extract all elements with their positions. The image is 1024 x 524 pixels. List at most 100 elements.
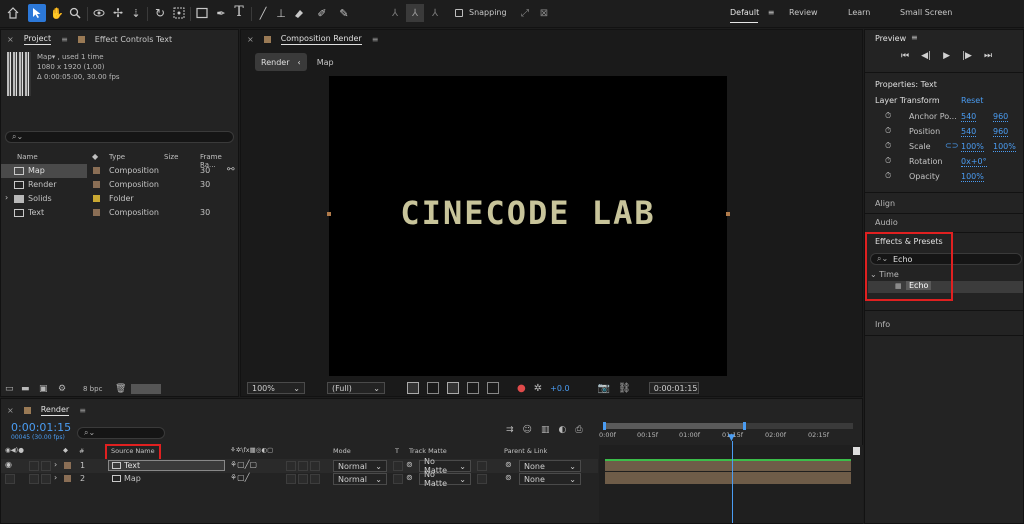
switch-blend[interactable]: [298, 474, 308, 484]
pan-tool-icon[interactable]: ✢: [111, 6, 125, 20]
preserve-transparency-switch[interactable]: [393, 474, 403, 484]
timeline-search-input[interactable]: ⌕⌄: [77, 427, 165, 439]
breadcrumb-map[interactable]: Map: [317, 58, 334, 67]
expand-layer-icon[interactable]: ›: [54, 473, 57, 482]
menu-icon[interactable]: ≡: [61, 35, 68, 44]
stopwatch-icon[interactable]: ⏱: [885, 126, 891, 136]
track-bar-map[interactable]: [605, 472, 851, 484]
parent-dropdown[interactable]: None ⌄: [519, 460, 581, 472]
switch-3d[interactable]: [310, 461, 320, 471]
fast-preview-icon[interactable]: [407, 382, 419, 394]
new-folder-icon[interactable]: ▬: [21, 384, 30, 394]
prop-value-y[interactable]: 100%: [993, 142, 1016, 152]
pen-tool-icon[interactable]: ✒: [214, 6, 228, 20]
layer-row-map[interactable]: › 2 Map ⚘▢╱ Normal ⌄ ⊚ No Matte ⌄ ⊚ None ⌄: [1, 470, 598, 488]
prop-value-x[interactable]: 100%: [961, 142, 984, 152]
rotate-tool-icon[interactable]: ↻: [153, 6, 167, 20]
prop-value[interactable]: 0x+0°: [961, 157, 987, 167]
breadcrumb-render[interactable]: Render ‹: [255, 53, 307, 71]
parent-pickwhip-icon[interactable]: ⊚: [505, 473, 512, 482]
switch-icons[interactable]: ⚘▢╱▢: [230, 460, 257, 469]
snap-option-icon[interactable]: ⤢: [518, 6, 532, 20]
prop-value-y[interactable]: 960: [993, 112, 1009, 122]
transparency-grid-icon[interactable]: [427, 382, 439, 394]
workspace-learn[interactable]: Learn: [848, 8, 870, 17]
region-of-interest-icon[interactable]: [467, 382, 479, 394]
snapshot-icon[interactable]: 📷: [598, 383, 610, 394]
workspace-review[interactable]: Review: [789, 8, 818, 17]
stopwatch-icon[interactable]: ⏱: [885, 141, 891, 151]
parent-pickwhip-icon[interactable]: ⊚: [505, 460, 512, 469]
home-icon[interactable]: [6, 6, 20, 20]
axis-view-icon[interactable]: ⅄: [428, 6, 442, 20]
workspace-default[interactable]: Default ≡: [730, 8, 774, 17]
color-channel-icon[interactable]: ●: [517, 383, 526, 394]
mode-dropdown[interactable]: Normal ⌄: [333, 460, 387, 472]
t-header[interactable]: T: [395, 447, 399, 455]
work-area-start-handle[interactable]: [603, 422, 606, 430]
lock-icon[interactable]: [263, 35, 271, 43]
switch-3d[interactable]: [310, 474, 320, 484]
stopwatch-icon[interactable]: ⏱: [885, 111, 891, 121]
play-icon[interactable]: ▶: [943, 51, 950, 61]
exposure-value[interactable]: +0.0: [550, 384, 569, 393]
work-area-end-handle[interactable]: [743, 422, 746, 430]
track-matte-header[interactable]: Track Matte: [409, 447, 447, 455]
prev-frame-icon[interactable]: ◀|: [921, 51, 931, 61]
expand-layer-icon[interactable]: ›: [54, 460, 57, 469]
next-frame-icon[interactable]: |▶: [962, 51, 972, 61]
current-time[interactable]: 0:00:01:15: [11, 421, 71, 434]
snap-grid-icon[interactable]: ⊠: [537, 6, 551, 20]
graph-editor-icon[interactable]: ⎙: [575, 425, 582, 435]
guides-icon[interactable]: [487, 382, 499, 394]
mask-visibility-icon[interactable]: [447, 382, 459, 394]
axis-world-icon[interactable]: ⅄: [406, 4, 424, 22]
eraser-tool-icon[interactable]: [292, 6, 306, 20]
motion-blur-icon[interactable]: ◐: [558, 425, 566, 435]
close-icon[interactable]: ×: [247, 35, 254, 44]
switch-fx[interactable]: [286, 461, 296, 471]
snapping-checkbox[interactable]: [455, 9, 463, 17]
track-matte-dropdown[interactable]: No Matte ⌄: [419, 470, 471, 488]
resolution-dropdown[interactable]: (Full) ⌄: [327, 382, 385, 394]
adjust-icon[interactable]: ⚙: [58, 384, 66, 394]
track-bar-text[interactable]: [605, 459, 851, 471]
zoom-tool-icon[interactable]: [68, 6, 82, 20]
work-area-bar[interactable]: [603, 422, 853, 430]
constrain-link-icon[interactable]: ⊂⊃: [945, 141, 958, 150]
tab-effect-controls[interactable]: Effect Controls Text: [95, 35, 172, 44]
brush-tool-icon[interactable]: ╱: [256, 6, 270, 20]
tab-render-timeline[interactable]: Render: [40, 405, 70, 416]
type-tool-icon[interactable]: T: [232, 4, 246, 20]
switch-blend[interactable]: [298, 461, 308, 471]
switch-fx[interactable]: [286, 474, 296, 484]
column-size[interactable]: Size: [164, 153, 178, 161]
prop-value-x[interactable]: 540: [961, 127, 977, 137]
close-icon[interactable]: ×: [7, 35, 14, 44]
parent-header[interactable]: Parent & Link: [504, 447, 547, 455]
lock-switch[interactable]: [41, 474, 51, 484]
bpc-label[interactable]: 8 bpc: [83, 385, 102, 393]
hand-tool-icon[interactable]: ✋: [50, 6, 64, 20]
tab-composition-render[interactable]: Composition Render: [280, 34, 362, 45]
interpret-footage-icon[interactable]: ▭: [5, 384, 14, 394]
pickwhip-icon[interactable]: ⊚: [406, 473, 413, 482]
layer-row-text[interactable]: ◉ › 1 Text ⚘▢╱▢ Normal ⌄ ⊚ No Matte ⌄ ⊚ No…: [1, 457, 598, 475]
first-frame-icon[interactable]: ⏮: [901, 51, 909, 61]
layer-handle-right[interactable]: [726, 212, 730, 216]
exposure-reset-icon[interactable]: ✲: [534, 383, 542, 394]
stopwatch-icon[interactable]: ⏱: [885, 156, 891, 166]
reset-button[interactable]: Reset: [961, 96, 983, 105]
lock-switch[interactable]: [41, 461, 51, 471]
show-snapshot-icon[interactable]: ⛓: [618, 383, 631, 394]
draft-3d-icon[interactable]: ⇉: [506, 425, 514, 435]
project-item-render[interactable]: Render Composition 30: [1, 178, 238, 192]
last-frame-icon[interactable]: ⏭: [984, 51, 992, 61]
visibility-eye-icon[interactable]: ◉: [5, 460, 12, 469]
color-swatch-button[interactable]: [131, 384, 161, 394]
composition-viewer[interactable]: CINECODE LAB: [329, 76, 727, 376]
zoom-dropdown[interactable]: 100% ⌄: [247, 382, 305, 394]
puppet-tool-icon[interactable]: ✎: [337, 6, 351, 20]
pan-behind-tool-icon[interactable]: [172, 6, 186, 20]
align-panel-label[interactable]: Align: [875, 199, 895, 208]
